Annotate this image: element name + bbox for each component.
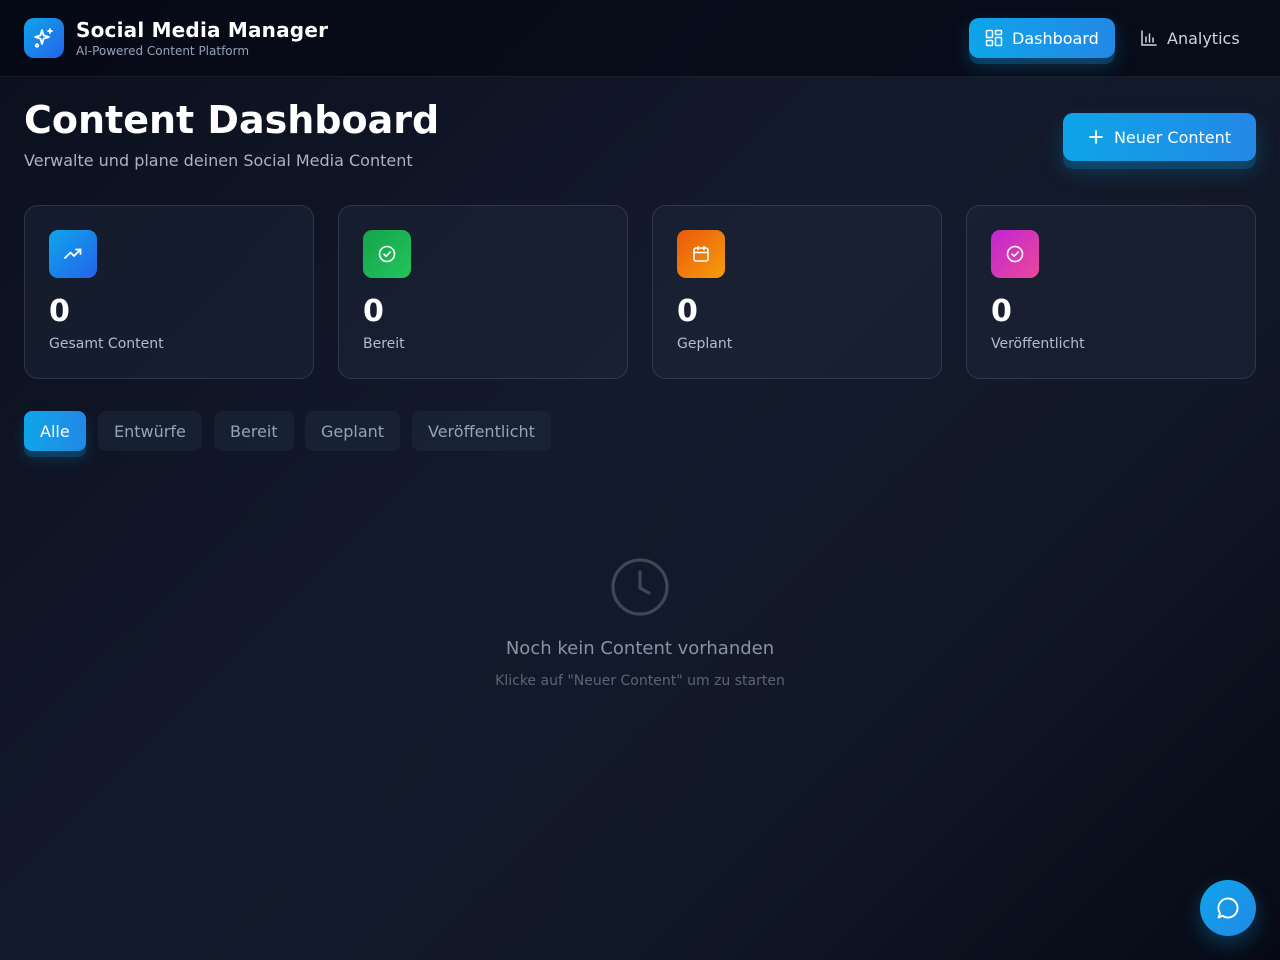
new-content-label: Neuer Content bbox=[1113, 127, 1232, 147]
check-circle-icon bbox=[1006, 245, 1024, 263]
calendar-icon bbox=[693, 245, 709, 262]
stat-label: Veröffentlicht bbox=[991, 336, 1085, 352]
filter-tab-all[interactable]: Alle bbox=[24, 411, 86, 451]
nav-dashboard-button[interactable]: Dashboard bbox=[969, 18, 1115, 58]
filter-tab-drafts[interactable]: Entwürfe bbox=[98, 411, 202, 451]
stat-card-scheduled: 0 Geplant bbox=[652, 205, 942, 379]
chat-button[interactable] bbox=[1200, 880, 1256, 936]
check-circle-icon bbox=[378, 245, 396, 263]
nav-analytics-label: Analytics bbox=[1167, 28, 1240, 48]
app-title: Social Media Manager bbox=[76, 18, 329, 42]
stat-value: 0 bbox=[677, 294, 698, 329]
stat-card-total: 0 Gesamt Content bbox=[24, 205, 314, 379]
stat-icon-box bbox=[49, 230, 97, 278]
stat-label: Gesamt Content bbox=[49, 336, 164, 352]
stat-label: Bereit bbox=[363, 336, 405, 352]
stat-icon-box bbox=[991, 230, 1039, 278]
nav-analytics-button[interactable]: Analytics bbox=[1124, 18, 1260, 58]
sparkles-icon bbox=[34, 28, 53, 48]
stat-value: 0 bbox=[991, 294, 1012, 329]
empty-state-subtitle: Klicke auf "Neuer Content" um zu starten bbox=[495, 673, 785, 689]
stat-icon-box bbox=[677, 230, 725, 278]
stat-value: 0 bbox=[363, 294, 384, 329]
filter-tab-scheduled[interactable]: Geplant bbox=[305, 411, 401, 451]
stat-card-published: 0 Veröffentlicht bbox=[966, 205, 1256, 379]
stat-card-ready: 0 Bereit bbox=[338, 205, 628, 379]
filter-tab-published[interactable]: Veröffentlicht bbox=[412, 411, 551, 451]
empty-state-title: Noch kein Content vorhanden bbox=[505, 638, 775, 659]
page-title: Content Dashboard bbox=[24, 98, 440, 142]
chat-bubble-icon bbox=[1217, 897, 1239, 919]
app-logo[interactable] bbox=[24, 18, 64, 58]
stat-icon-box bbox=[363, 230, 411, 278]
stat-value: 0 bbox=[49, 294, 70, 329]
clock-icon bbox=[611, 558, 669, 616]
grid-icon bbox=[985, 29, 1003, 47]
new-content-button[interactable]: Neuer Content bbox=[1063, 113, 1256, 161]
trending-up-icon bbox=[64, 248, 82, 259]
stat-label: Geplant bbox=[677, 336, 733, 352]
top-bar: Social Media Manager AI-Powered Content … bbox=[0, 0, 1280, 77]
nav-dashboard-label: Dashboard bbox=[1012, 28, 1099, 48]
app-subtitle: AI-Powered Content Platform bbox=[76, 44, 250, 58]
page-subtitle: Verwalte und plane deinen Social Media C… bbox=[24, 151, 413, 170]
plus-icon bbox=[1089, 130, 1103, 144]
filter-tab-ready[interactable]: Bereit bbox=[214, 411, 294, 451]
bar-chart-icon bbox=[1141, 30, 1157, 46]
